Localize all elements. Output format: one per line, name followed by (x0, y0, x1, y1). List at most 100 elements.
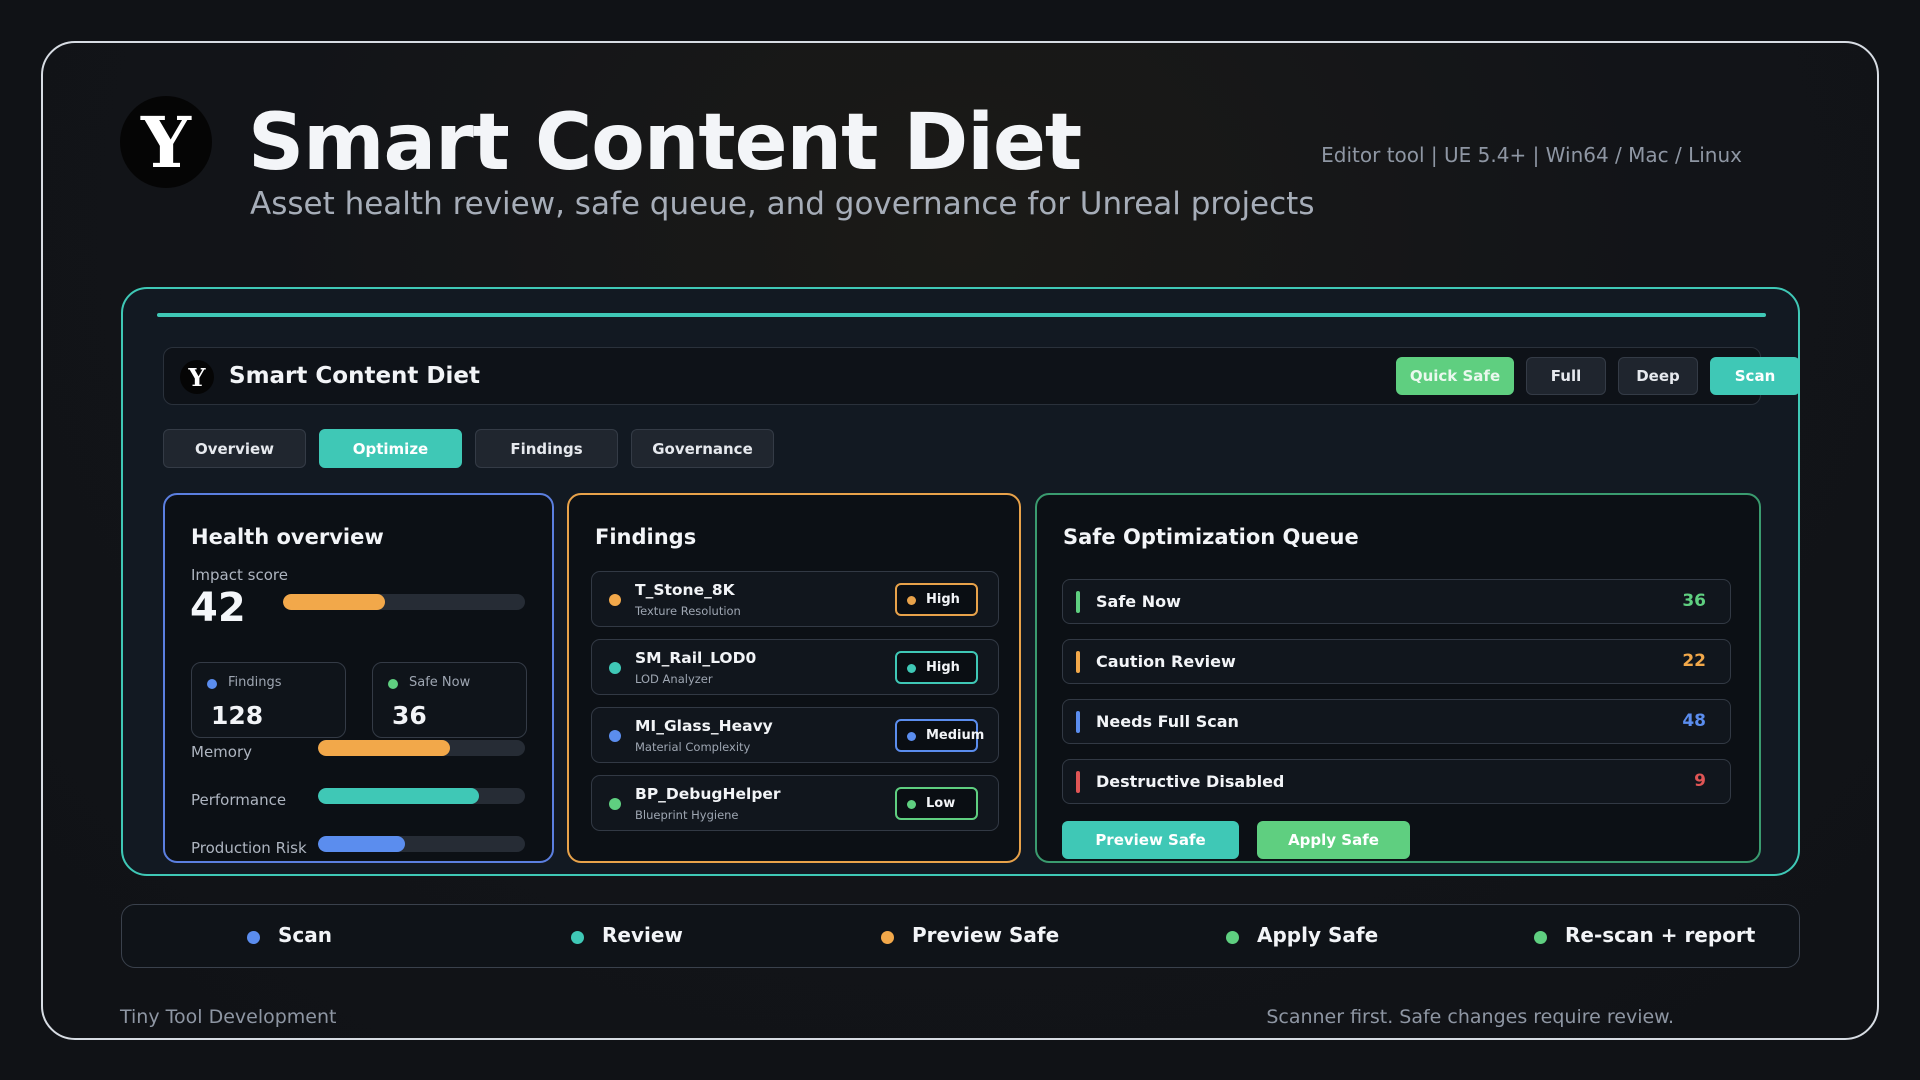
production-risk-label: Production Risk (191, 839, 307, 857)
finding-category: LOD Analyzer (635, 672, 713, 686)
queue-label: Safe Now (1096, 592, 1181, 611)
workflow-label: Re-scan + report (1565, 923, 1756, 947)
severity-label: Low (926, 796, 956, 811)
full-scan-button[interactable]: Full (1526, 357, 1606, 395)
severity-label: High (926, 592, 960, 607)
safe-queue-title: Safe Optimization Queue (1063, 525, 1359, 549)
tab-findings[interactable]: Findings (475, 429, 618, 468)
health-overview-title: Health overview (191, 525, 384, 549)
queue-indicator (1076, 711, 1080, 733)
severity-label: High (926, 660, 960, 675)
queue-indicator (1076, 651, 1080, 673)
finding-dot (609, 798, 621, 810)
finding-row[interactable]: T_Stone_8K Texture Resolution High (591, 571, 999, 627)
queue-row-needs-full-scan[interactable]: Needs Full Scan 48 (1062, 699, 1731, 744)
impact-score-bar (283, 594, 525, 610)
queue-count: 36 (1682, 591, 1706, 611)
queue-row-destructive-disabled[interactable]: Destructive Disabled 9 (1062, 759, 1731, 804)
severity-badge: High (895, 651, 978, 684)
production-risk-bar-fill (318, 836, 405, 852)
workflow-label: Preview Safe (912, 923, 1060, 947)
preview-safe-button[interactable]: Preview Safe (1062, 821, 1239, 859)
queue-count: 48 (1682, 711, 1706, 731)
finding-row[interactable]: SM_Rail_LOD0 LOD Analyzer High (591, 639, 999, 695)
severity-dot (907, 732, 916, 741)
workflow-dot (881, 931, 894, 944)
workflow-label: Review (602, 923, 683, 947)
app-title: Smart Content Diet (229, 363, 480, 389)
deep-scan-button[interactable]: Deep (1618, 357, 1698, 395)
tab-governance[interactable]: Governance (631, 429, 774, 468)
memory-bar (318, 740, 525, 756)
safe-queue-card: Safe Optimization Queue Safe Now 36 Caut… (1035, 493, 1761, 863)
app-window: Y Smart Content Diet Quick Safe Full Dee… (121, 287, 1800, 876)
impact-score-value: 42 (190, 585, 246, 631)
page-title: Smart Content Diet (248, 98, 1082, 188)
finding-name: MI_Glass_Heavy (635, 717, 773, 735)
safe-now-stat-dot (388, 679, 398, 689)
footer-note: Scanner first. Safe changes require revi… (1266, 1006, 1674, 1028)
quick-safe-button[interactable]: Quick Safe (1396, 357, 1514, 395)
impact-score-label: Impact score (191, 566, 288, 584)
severity-badge: Low (895, 787, 978, 820)
safe-now-stat-value: 36 (392, 701, 427, 730)
severity-label: Medium (926, 728, 985, 743)
performance-bar-fill (318, 788, 480, 804)
finding-dot (609, 662, 621, 674)
footer-credit: Tiny Tool Development (120, 1006, 337, 1028)
memory-bar-fill (318, 740, 451, 756)
workflow-dot (571, 931, 584, 944)
finding-category: Blueprint Hygiene (635, 808, 739, 822)
finding-name: T_Stone_8K (635, 581, 735, 599)
findings-stat-value: 128 (211, 701, 264, 730)
queue-label: Needs Full Scan (1096, 712, 1239, 731)
finding-row[interactable]: MI_Glass_Heavy Material Complexity Mediu… (591, 707, 999, 763)
queue-label: Caution Review (1096, 652, 1236, 671)
queue-indicator (1076, 591, 1080, 613)
workflow-label: Apply Safe (1257, 923, 1379, 947)
workflow-strip: Scan Review Preview Safe Apply Safe Re-s… (121, 904, 1800, 968)
queue-indicator (1076, 771, 1080, 793)
findings-stat-dot (207, 679, 217, 689)
tab-optimize[interactable]: Optimize (319, 429, 462, 468)
memory-label: Memory (191, 743, 253, 761)
platform-meta: Editor tool | UE 5.4+ | Win64 / Mac / Li… (1321, 143, 1742, 167)
app-toolbar: Y Smart Content Diet Quick Safe Full Dee… (163, 347, 1800, 405)
finding-name: BP_DebugHelper (635, 785, 781, 803)
findings-card: Findings T_Stone_8K Texture Resolution H… (567, 493, 1021, 863)
finding-row[interactable]: BP_DebugHelper Blueprint Hygiene Low (591, 775, 999, 831)
accent-line (157, 313, 1766, 317)
finding-name: SM_Rail_LOD0 (635, 649, 757, 667)
severity-badge: High (895, 583, 978, 616)
workflow-dot (1534, 931, 1547, 944)
queue-count: 9 (1694, 771, 1706, 791)
finding-dot (609, 594, 621, 606)
page-subtitle: Asset health review, safe queue, and gov… (250, 186, 1315, 222)
queue-count: 22 (1682, 651, 1706, 671)
performance-label: Performance (191, 791, 287, 809)
impact-score-fill (283, 594, 385, 610)
safe-now-stat-label: Safe Now (409, 675, 471, 690)
app-logo-icon: Y (180, 360, 214, 394)
tab-overview[interactable]: Overview (163, 429, 306, 468)
workflow-dot (1226, 931, 1239, 944)
findings-title: Findings (595, 525, 697, 549)
queue-row-caution-review[interactable]: Caution Review 22 (1062, 639, 1731, 684)
severity-dot (907, 664, 916, 673)
severity-badge: Medium (895, 719, 984, 752)
queue-label: Destructive Disabled (1096, 772, 1285, 791)
apply-safe-button[interactable]: Apply Safe (1257, 821, 1410, 859)
workflow-dot (247, 931, 260, 944)
queue-row-safe-now[interactable]: Safe Now 36 (1062, 579, 1731, 624)
finding-category: Material Complexity (635, 740, 751, 754)
finding-category: Texture Resolution (635, 604, 741, 618)
severity-dot (907, 800, 916, 809)
workflow-label: Scan (278, 923, 332, 947)
safe-now-stat: Safe Now 36 (372, 662, 527, 738)
findings-stat-label: Findings (228, 675, 282, 690)
scan-button[interactable]: Scan (1710, 357, 1800, 395)
finding-dot (609, 730, 621, 742)
findings-stat: Findings 128 (191, 662, 346, 738)
health-overview-card: Health overview Impact score 42 Findings… (163, 493, 554, 863)
production-risk-bar (318, 836, 525, 852)
